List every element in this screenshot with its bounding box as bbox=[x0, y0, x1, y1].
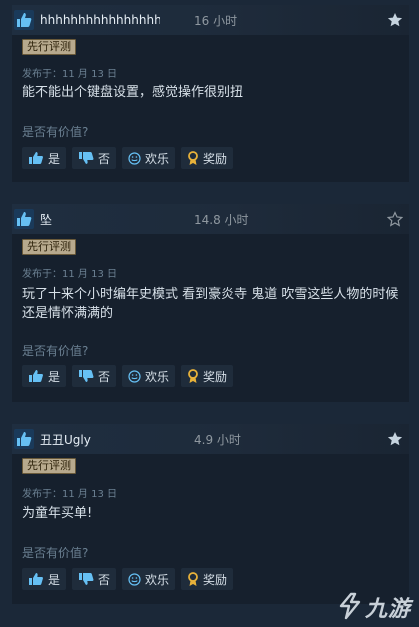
vote-no-label: 否 bbox=[98, 572, 111, 587]
review-text: 玩了十来个小时编年史模式 看到豪炎寺 鬼道 吹雪这些人物的时候还是情怀满满的 bbox=[22, 287, 399, 321]
post-date: 发布于：11 月 13 日 bbox=[22, 489, 117, 500]
thumbs-up-icon bbox=[29, 370, 43, 382]
award-button[interactable]: 奖励 bbox=[181, 568, 234, 590]
post-date: 发布于：11 月 13 日 bbox=[22, 69, 117, 80]
smiley-icon bbox=[128, 572, 141, 586]
vote-yes-button[interactable]: 是 bbox=[22, 568, 67, 590]
vote-yes-label: 是 bbox=[48, 151, 61, 166]
review-author[interactable]: 丑丑Ugly bbox=[40, 431, 160, 448]
review-text: 能不能出个键盘设置，感觉操作很别扭 bbox=[22, 85, 244, 100]
award-label: 奖励 bbox=[203, 151, 228, 166]
playtime-hours: 4.9 小时 bbox=[194, 432, 241, 447]
review-header: hhhhhhhhhhhhhhhh 16 小时 bbox=[12, 5, 409, 35]
vote-no-button[interactable]: 否 bbox=[72, 365, 117, 387]
review-author[interactable]: hhhhhhhhhhhhhhhh bbox=[40, 13, 160, 27]
review-card: 丑丑Ugly 4.9 小时 先行评测 发布于：11 月 13 日 为童年买单! … bbox=[12, 424, 409, 604]
vote-no-button[interactable]: 否 bbox=[72, 147, 117, 169]
thumbs-up-icon bbox=[29, 573, 43, 585]
review-text: 为童年买单! bbox=[22, 506, 93, 521]
award-label: 奖励 bbox=[203, 572, 228, 587]
award-icon bbox=[188, 571, 198, 586]
helpful-prompt: 是否有价值? bbox=[22, 125, 89, 139]
thumbs-down-icon bbox=[79, 152, 94, 164]
thumbs-up-icon bbox=[14, 209, 34, 229]
vote-funny-button[interactable]: 欢乐 bbox=[122, 365, 176, 387]
vote-yes-button[interactable]: 是 bbox=[22, 147, 67, 169]
early-access-badge: 先行评测 bbox=[22, 239, 76, 255]
smiley-icon bbox=[128, 369, 141, 383]
award-icon bbox=[188, 368, 198, 383]
vote-yes-label: 是 bbox=[48, 369, 61, 384]
vote-yes-button[interactable]: 是 bbox=[22, 365, 67, 387]
vote-no-label: 否 bbox=[98, 151, 111, 166]
helpful-prompt: 是否有价值? bbox=[22, 546, 89, 560]
watermark-logo: 九游 bbox=[337, 591, 411, 623]
star-icon[interactable] bbox=[387, 12, 403, 28]
watermark-text: 九游 bbox=[364, 597, 411, 622]
star-icon[interactable] bbox=[387, 431, 403, 447]
helpful-prompt: 是否有价值? bbox=[22, 344, 89, 358]
vote-actions: 是 否 欢乐 奖励 bbox=[22, 568, 234, 590]
vote-no-button[interactable]: 否 bbox=[72, 568, 117, 590]
early-access-badge: 先行评测 bbox=[22, 458, 76, 474]
award-icon bbox=[188, 150, 198, 165]
review-header: 坠 14.8 小时 bbox=[12, 204, 409, 234]
post-date: 发布于：11 月 13 日 bbox=[22, 269, 117, 280]
vote-funny-button[interactable]: 欢乐 bbox=[122, 568, 176, 590]
vote-funny-button[interactable]: 欢乐 bbox=[122, 147, 176, 169]
thumbs-up-icon bbox=[14, 429, 34, 449]
thumbs-down-icon bbox=[79, 573, 94, 585]
vote-actions: 是 否 欢乐 奖励 bbox=[22, 365, 234, 387]
vote-funny-label: 欢乐 bbox=[145, 572, 170, 587]
award-button[interactable]: 奖励 bbox=[181, 365, 234, 387]
vote-funny-label: 欢乐 bbox=[145, 151, 170, 166]
playtime-hours: 14.8 小时 bbox=[194, 212, 249, 227]
thumbs-down-icon bbox=[79, 370, 94, 382]
vote-yes-label: 是 bbox=[48, 572, 61, 587]
award-label: 奖励 bbox=[203, 369, 228, 384]
award-button[interactable]: 奖励 bbox=[181, 147, 234, 169]
review-card: 坠 14.8 小时 先行评测 发布于：11 月 13 日 玩了十来个小时编年史模… bbox=[12, 204, 409, 402]
thumbs-up-icon bbox=[14, 10, 34, 30]
early-access-badge: 先行评测 bbox=[22, 39, 76, 55]
vote-funny-label: 欢乐 bbox=[145, 369, 170, 384]
vote-no-label: 否 bbox=[98, 369, 111, 384]
review-card: hhhhhhhhhhhhhhhh 16 小时 先行评测 发布于：11 月 13 … bbox=[12, 5, 409, 182]
thumbs-up-icon bbox=[29, 152, 43, 164]
smiley-icon bbox=[128, 151, 141, 165]
review-header: 丑丑Ugly 4.9 小时 bbox=[12, 424, 409, 454]
playtime-hours: 16 小时 bbox=[194, 13, 238, 28]
review-author[interactable]: 坠 bbox=[40, 211, 160, 228]
star-outline-icon[interactable] bbox=[387, 211, 403, 227]
jiuyou-logo-icon bbox=[339, 592, 361, 620]
vote-actions: 是 否 欢乐 奖励 bbox=[22, 147, 234, 169]
